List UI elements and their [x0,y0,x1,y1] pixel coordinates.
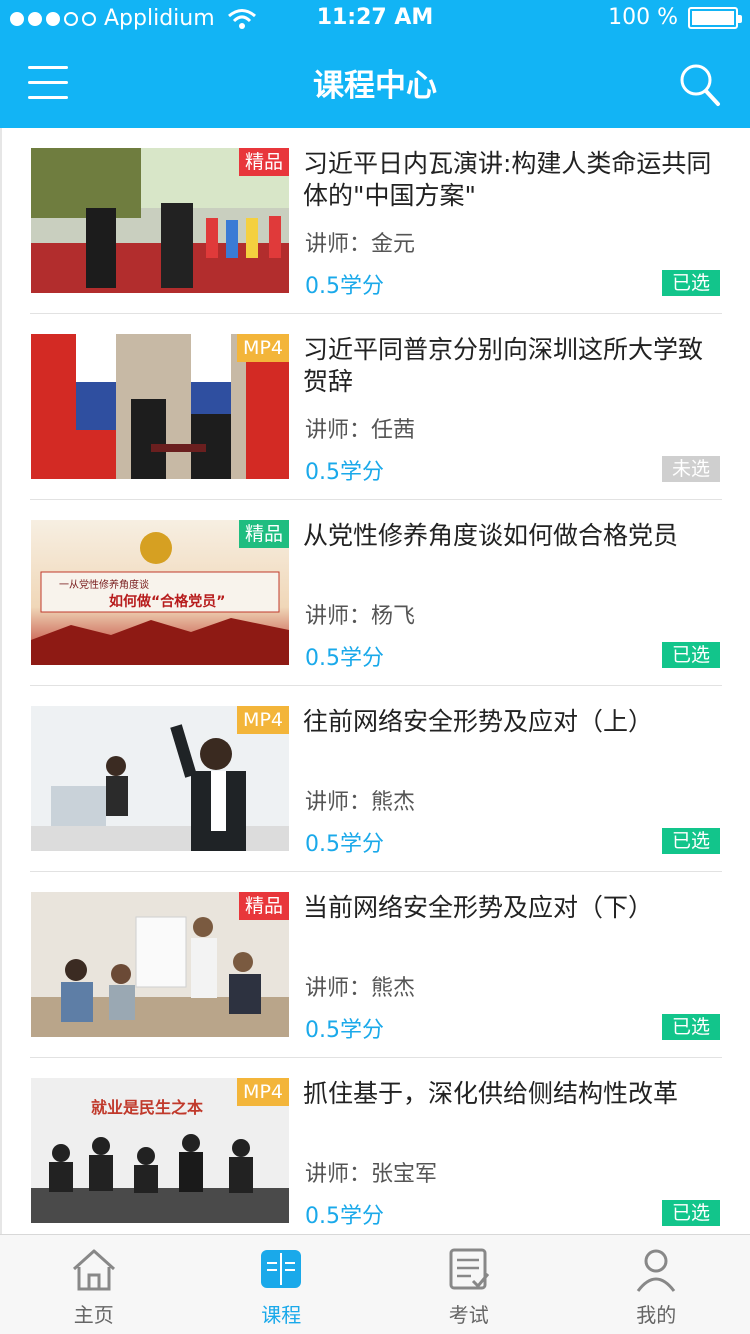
format-badge: MP4 [237,706,289,734]
course-item[interactable]: 精品 习近平日内瓦演讲:构建人类命运共同体的"中国方案" 讲师：金元 0.5学分… [30,128,722,314]
course-teacher: 讲师：杨飞 [305,604,416,629]
exam-icon [449,1248,489,1290]
course-credit: 0.5学分 [305,832,384,857]
course-credit: 0.5学分 [305,646,384,671]
course-item[interactable]: 就业是民生之本 MP4 抓住基于，深化供给侧结构性改革 讲师：张宝军 0.5学分… [30,1058,722,1234]
thumbnail-caption: 一从党性修养角度谈 [59,578,149,591]
quality-badge: 精品 [238,520,289,548]
course-list[interactable]: 精品 习近平日内瓦演讲:构建人类命运共同体的"中国方案" 讲师：金元 0.5学分… [0,128,750,1234]
tab-course[interactable]: 课程 [188,1235,376,1334]
status-bar: Applidium 11:27 AM 100 % [0,0,750,40]
course-credit: 0.5学分 [305,460,384,485]
bottom-tab-bar: 主页 课程 考试 我的 [0,1234,750,1334]
course-item[interactable]: 精品 当前网络安全形势及应对（下） 讲师：熊杰 0.5学分 已选 [30,872,722,1058]
page-title: 课程中心 [313,68,437,104]
course-credit: 0.5学分 [305,1018,384,1043]
course-title[interactable]: 当前网络安全形势及应对（下） [303,892,713,924]
format-badge: MP4 [237,1078,289,1106]
battery-percent: 100 % [608,5,678,30]
selection-status-badge[interactable]: 未选 [662,456,720,482]
tab-label: 主页 [73,1303,114,1327]
tab-label: 考试 [448,1303,489,1327]
course-credit: 0.5学分 [305,1204,384,1229]
course-thumbnail[interactable]: 就业是民生之本 MP4 [31,1078,289,1223]
quality-badge: 精品 [238,892,289,920]
course-teacher: 讲师：任茜 [305,418,416,443]
course-thumbnail[interactable]: 精品 [31,148,289,293]
selection-status-badge[interactable]: 已选 [662,828,720,854]
app-header: Applidium 11:27 AM 100 % 课程中心 [0,0,750,128]
thumbnail-caption: 就业是民生之本 [91,1098,203,1117]
tab-home[interactable]: 主页 [0,1235,188,1334]
course-title[interactable]: 习近平日内瓦演讲:构建人类命运共同体的"中国方案" [303,148,713,212]
course-item[interactable]: MP4 往前网络安全形势及应对（上） 讲师：熊杰 0.5学分 已选 [30,686,722,872]
home-icon [72,1249,115,1291]
course-title[interactable]: 从党性修养角度谈如何做合格党员 [303,520,713,552]
course-thumbnail[interactable]: 一从党性修养角度谈 如何做“合格党员” 精品 [31,520,289,665]
course-item[interactable]: 一从党性修养角度谈 如何做“合格党员” 精品 从党性修养角度谈如何做合格党员 讲… [30,500,722,686]
course-teacher: 讲师：熊杰 [305,976,416,1001]
course-thumbnail[interactable]: MP4 [31,706,289,851]
course-teacher: 讲师：熊杰 [305,790,416,815]
book-icon [261,1250,302,1288]
course-teacher: 讲师：张宝军 [305,1162,438,1187]
tab-label: 课程 [261,1303,302,1327]
course-title[interactable]: 抓住基于，深化供给侧结构性改革 [303,1078,713,1110]
course-title[interactable]: 习近平同普京分别向深圳这所大学致贺辞 [303,334,713,398]
search-icon[interactable] [678,62,722,108]
course-item[interactable]: MP4 习近平同普京分别向深圳这所大学致贺辞 讲师：任茜 0.5学分 未选 [30,314,722,500]
user-icon [637,1249,676,1292]
course-thumbnail[interactable]: 精品 [31,892,289,1037]
selection-status-badge[interactable]: 已选 [662,1014,720,1040]
format-badge: MP4 [237,334,289,362]
course-credit: 0.5学分 [305,274,384,299]
course-teacher: 讲师：金元 [305,232,416,257]
tab-label: 我的 [636,1303,677,1327]
selection-status-badge[interactable]: 已选 [662,1200,720,1226]
course-title[interactable]: 往前网络安全形势及应对（上） [303,706,713,738]
course-thumbnail[interactable]: MP4 [31,334,289,479]
selection-status-badge[interactable]: 已选 [662,270,720,296]
quality-badge: 精品 [238,148,289,176]
tab-mine[interactable]: 我的 [563,1235,750,1334]
thumbnail-caption-main: 如何做“合格党员” [109,593,225,610]
selection-status-badge[interactable]: 已选 [662,642,720,668]
battery-icon [688,6,742,29]
tab-exam[interactable]: 考试 [375,1235,563,1334]
